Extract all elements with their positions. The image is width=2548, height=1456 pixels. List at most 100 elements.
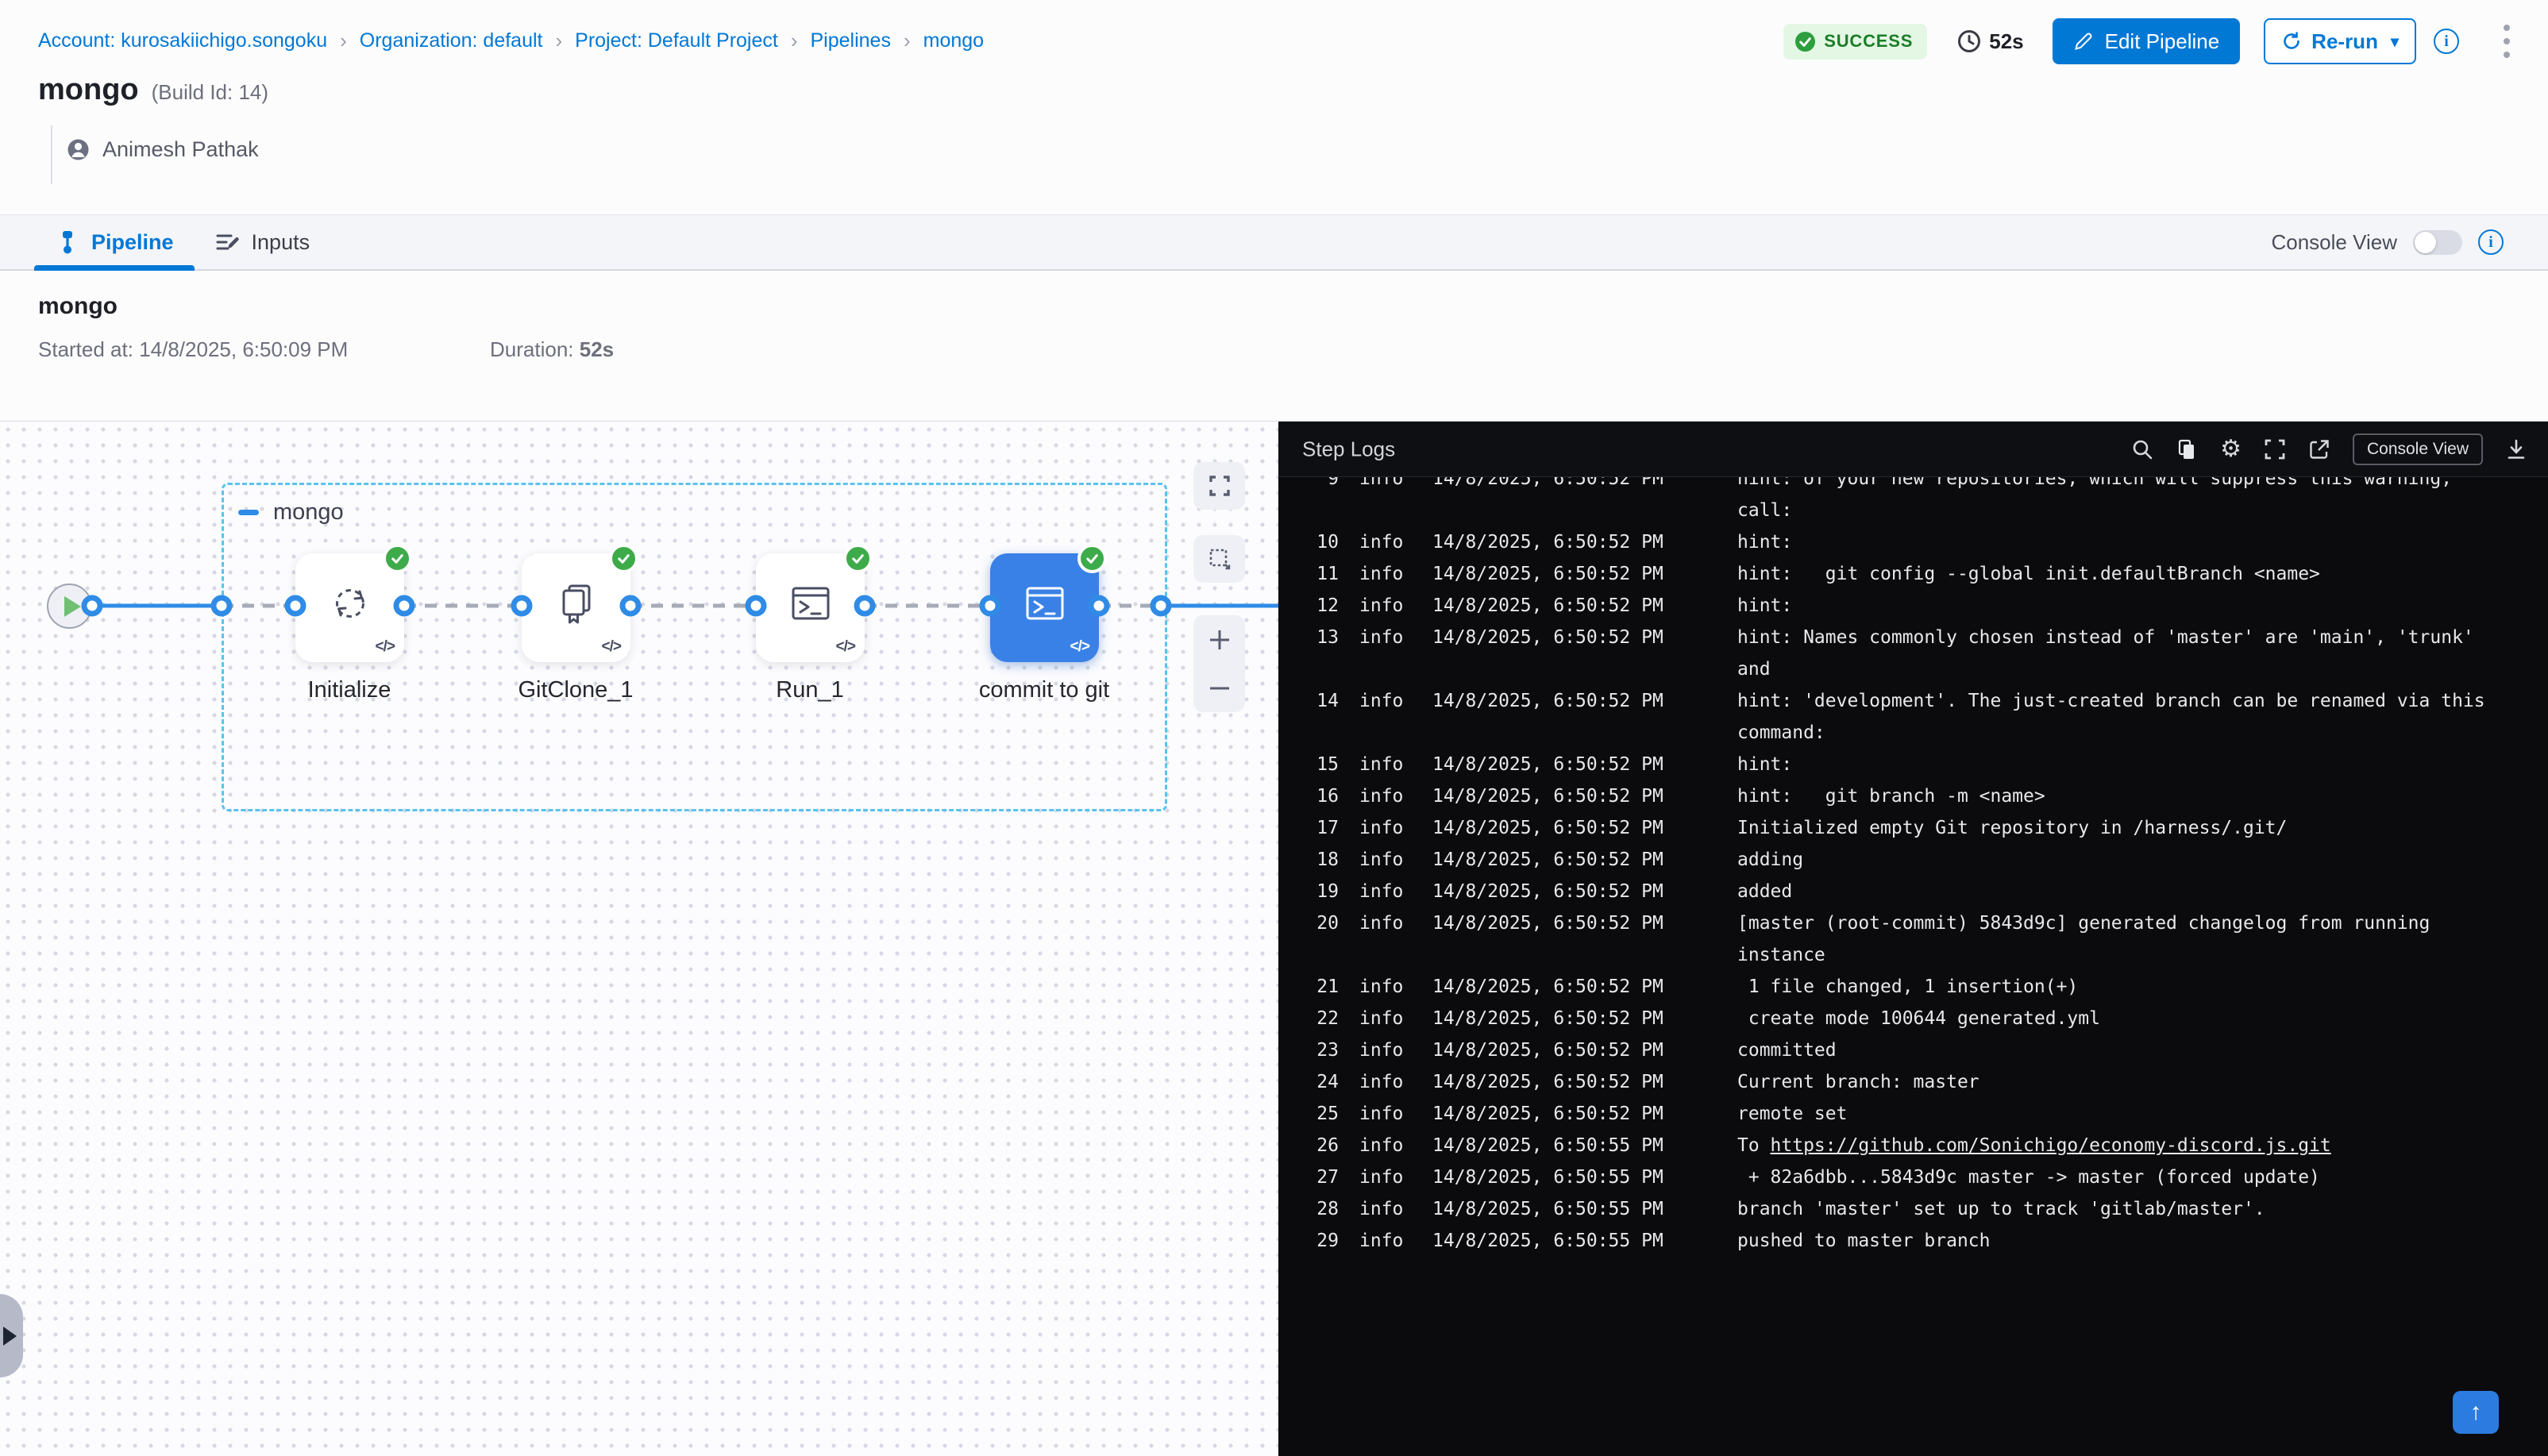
log-timestamp: 14/8/2025, 6:50:52 PM bbox=[1432, 754, 1679, 775]
breadcrumb-link[interactable]: Account: kurosakiichigo.songoku bbox=[38, 29, 327, 52]
log-row: 18info14/8/2025, 6:50:52 PMadding bbox=[1278, 844, 2548, 876]
author-rail bbox=[51, 125, 52, 184]
log-timestamp: 14/8/2025, 6:50:52 PM bbox=[1432, 976, 1679, 997]
rerun-button[interactable]: Re-run ▾ bbox=[2264, 18, 2416, 64]
canvas-select-button[interactable] bbox=[1193, 535, 1245, 583]
active-tab-underline bbox=[34, 265, 195, 271]
log-level: info bbox=[1359, 564, 1407, 584]
log-message: 1 file changed, 1 insertion(+) bbox=[1737, 976, 2078, 997]
expand-panel-handle[interactable] bbox=[0, 1294, 23, 1377]
main-split: mongo </>Initialize</>GitClone_1</>Run_1… bbox=[0, 422, 2548, 1456]
step-card-gitclone_1[interactable]: </> bbox=[522, 553, 630, 662]
log-console-view-button[interactable]: Console View bbox=[2353, 433, 2483, 465]
search-icon[interactable] bbox=[2131, 438, 2153, 460]
collapse-icon[interactable] bbox=[238, 510, 259, 515]
console-view-label: Console View bbox=[2271, 230, 2397, 255]
step-card-commit-to-git[interactable]: </> bbox=[990, 553, 1099, 662]
zoom-out-button[interactable] bbox=[1193, 664, 1245, 712]
log-row: 25info14/8/2025, 6:50:52 PMremote set bbox=[1278, 1098, 2548, 1130]
log-row: 27info14/8/2025, 6:50:55 PM + 82a6dbb...… bbox=[1278, 1161, 2548, 1193]
breadcrumb-link[interactable]: Project: Default Project bbox=[575, 29, 778, 52]
breadcrumb-link[interactable]: Organization: default bbox=[360, 29, 543, 52]
log-timestamp: 14/8/2025, 6:50:55 PM bbox=[1432, 1135, 1679, 1156]
step-card-run_1[interactable]: </> bbox=[756, 553, 865, 662]
log-fullscreen-icon[interactable] bbox=[2264, 438, 2286, 460]
scroll-to-top-button[interactable]: ↑ bbox=[2453, 1391, 2499, 1434]
code-icon: </> bbox=[836, 638, 855, 656]
log-level: info bbox=[1359, 1008, 1407, 1029]
log-header: Step Logs ⚙ Console View bbox=[1278, 422, 2548, 477]
breadcrumb-link[interactable]: Pipelines bbox=[811, 29, 891, 52]
pipeline-canvas[interactable]: mongo </>Initialize</>GitClone_1</>Run_1… bbox=[0, 422, 1278, 1456]
gear-icon[interactable]: ⚙ bbox=[2220, 437, 2242, 461]
log-body[interactable]: 9info14/8/2025, 6:50:52 PMhint: of your … bbox=[1278, 477, 2548, 1456]
page-title: mongo bbox=[38, 73, 139, 107]
log-timestamp: 14/8/2025, 6:50:52 PM bbox=[1432, 627, 1679, 648]
open-external-icon[interactable] bbox=[2308, 438, 2330, 460]
marquee-select-icon bbox=[1208, 548, 1231, 570]
breadcrumb-link[interactable]: mongo bbox=[923, 29, 984, 52]
log-row: 26info14/8/2025, 6:50:55 PMTo https://gi… bbox=[1278, 1130, 2548, 1161]
log-message: pushed to master branch bbox=[1737, 1231, 1991, 1251]
log-timestamp: 14/8/2025, 6:50:52 PM bbox=[1432, 913, 1679, 934]
log-line-number: 19 bbox=[1278, 881, 1339, 902]
log-panel-title: Step Logs bbox=[1302, 437, 1395, 461]
tab-pipeline-label: Pipeline bbox=[91, 230, 174, 255]
connector-ring bbox=[746, 595, 767, 617]
log-line-number: 28 bbox=[1278, 1199, 1339, 1219]
step-success-icon bbox=[1077, 544, 1107, 573]
log-row: 15info14/8/2025, 6:50:52 PMhint: bbox=[1278, 749, 2548, 780]
rerun-icon bbox=[2281, 31, 2302, 52]
canvas-fullscreen-button[interactable] bbox=[1193, 462, 1245, 510]
console-view-info-icon[interactable]: i bbox=[2478, 229, 2504, 255]
log-timestamp: 14/8/2025, 6:50:52 PM bbox=[1432, 786, 1679, 807]
log-timestamp: 14/8/2025, 6:50:52 PM bbox=[1432, 532, 1679, 553]
zoom-in-button[interactable] bbox=[1193, 615, 1245, 664]
log-message: Initialized empty Git repository in /har… bbox=[1737, 818, 2287, 838]
log-line-number: 18 bbox=[1278, 849, 1339, 870]
breadcrumb-separator: › bbox=[904, 29, 911, 53]
connector-ring bbox=[511, 595, 533, 617]
tab-pipeline[interactable]: Pipeline bbox=[34, 215, 195, 269]
log-level: info bbox=[1359, 1135, 1407, 1156]
top-bar: Account: kurosakiichigo.songoku › Organiza… bbox=[0, 0, 2548, 76]
log-level: info bbox=[1359, 477, 1407, 489]
connector-ring bbox=[82, 595, 103, 617]
console-view-toggle[interactable] bbox=[2413, 230, 2462, 255]
terminal-icon bbox=[788, 581, 833, 626]
log-link[interactable]: https://github.com/Sonichigo/economy-dis… bbox=[1771, 1135, 2331, 1156]
log-timestamp: 14/8/2025, 6:50:52 PM bbox=[1432, 818, 1679, 838]
log-level: info bbox=[1359, 976, 1407, 997]
log-level: info bbox=[1359, 849, 1407, 870]
tab-inputs-label: Inputs bbox=[252, 230, 310, 255]
duration-indicator: 52s bbox=[1957, 29, 2023, 54]
log-level: info bbox=[1359, 627, 1407, 648]
step-label: Run_1 bbox=[683, 677, 937, 703]
title-row: mongo (Build Id: 14) bbox=[38, 73, 268, 107]
connector-ring bbox=[285, 595, 306, 617]
step-success-icon bbox=[609, 544, 638, 573]
copy-icon[interactable] bbox=[2176, 438, 2198, 460]
more-options-menu[interactable] bbox=[2500, 21, 2513, 61]
run-duration: Duration: 52s bbox=[490, 337, 614, 362]
log-line-number: 29 bbox=[1278, 1231, 1339, 1251]
log-level: info bbox=[1359, 1104, 1407, 1124]
log-row: 22info14/8/2025, 6:50:52 PM create mode … bbox=[1278, 1003, 2548, 1034]
log-level: info bbox=[1359, 1040, 1407, 1061]
log-row: 17info14/8/2025, 6:50:52 PMInitialized e… bbox=[1278, 812, 2548, 844]
log-message: Current branch: master bbox=[1737, 1072, 1979, 1092]
connector-ring bbox=[854, 595, 876, 617]
info-icon[interactable]: i bbox=[2434, 29, 2459, 54]
tab-inputs[interactable]: Inputs bbox=[195, 215, 331, 269]
log-message: hint: Names commonly chosen instead of '… bbox=[1737, 627, 2474, 648]
log-lines: 9info14/8/2025, 6:50:52 PMhint: of your … bbox=[1278, 477, 2548, 1257]
edit-pipeline-button[interactable]: Edit Pipeline bbox=[2053, 18, 2241, 64]
log-line-number: 23 bbox=[1278, 1040, 1339, 1061]
fullscreen-icon bbox=[1208, 475, 1231, 497]
author-name: Animesh Pathak bbox=[102, 137, 259, 162]
log-line-number: 10 bbox=[1278, 532, 1339, 553]
step-card-initialize[interactable]: </> bbox=[295, 553, 404, 662]
log-line-number: 20 bbox=[1278, 913, 1339, 934]
code-icon: </> bbox=[1070, 638, 1089, 656]
download-icon[interactable] bbox=[2505, 438, 2527, 460]
